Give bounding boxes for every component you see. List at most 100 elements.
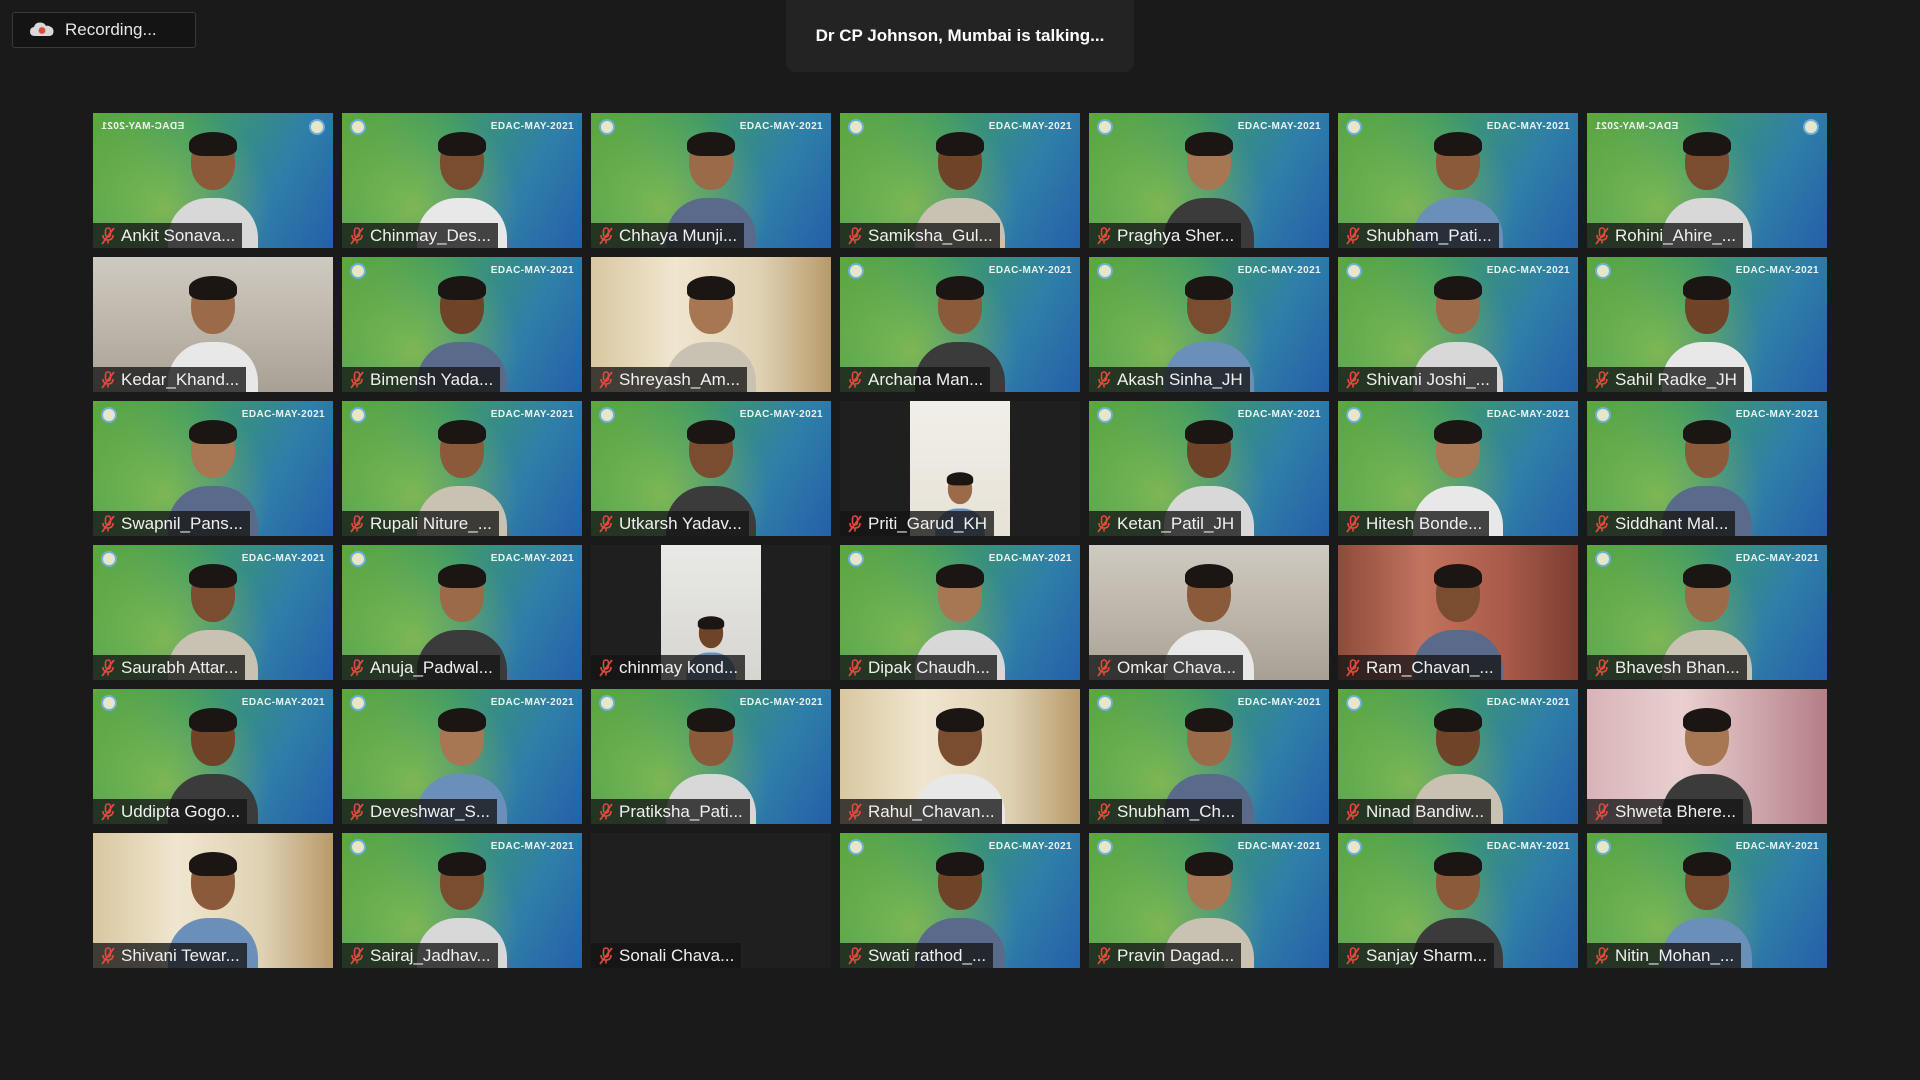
mic-muted-icon [101, 802, 115, 821]
participant-tile[interactable]: EDAC-MAY-2021 Sairaj_Jadhav... [342, 833, 582, 968]
participant-name: Ketan_Patil_JH [1117, 513, 1235, 533]
participant-tile[interactable]: EDAC-MAY-2021 Sahil Radke_JH [1587, 257, 1827, 392]
active-speaker-banner: Dr CP Johnson, Mumbai is talking... [786, 0, 1134, 72]
institute-logo-icon [1346, 407, 1362, 423]
participant-tile[interactable]: EDAC-MAY-2021 Uddipta Gogo... [93, 689, 333, 824]
participant-tile[interactable]: EDAC-MAY-2021 Praghya Sher... [1089, 113, 1329, 248]
mic-muted-icon [1346, 226, 1360, 245]
participant-name: Pravin Dagad... [1117, 945, 1235, 965]
participant-tile[interactable]: Kedar_Khand... [93, 257, 333, 392]
participant-tile[interactable]: EDAC-MAY-2021 Rupali Niture_... [342, 401, 582, 536]
institute-logo-icon [1097, 263, 1113, 279]
participant-name: Shubham_Ch... [1117, 801, 1236, 821]
participant-name: Rupali Niture_... [370, 513, 492, 533]
mic-muted-icon [350, 226, 364, 245]
institute-logo-icon [1346, 839, 1362, 855]
mic-muted-icon [848, 802, 862, 821]
participant-tile[interactable]: EDAC-MAY-2021 Bimensh Yada... [342, 257, 582, 392]
institute-logo-icon [599, 407, 615, 423]
participant-tile[interactable]: EDAC-MAY-2021 Shubham_Ch... [1089, 689, 1329, 824]
participant-tile[interactable]: Shivani Tewar... [93, 833, 333, 968]
participant-tile[interactable]: EDAC-MAY-2021 Siddhant Mal... [1587, 401, 1827, 536]
participant-name: Dipak Chaudh... [868, 657, 990, 677]
participant-tile[interactable]: Rahul_Chavan... [840, 689, 1080, 824]
participant-tile[interactable]: Ram_Chavan_... [1338, 545, 1578, 680]
participant-name: Pratiksha_Pati... [619, 801, 743, 821]
participant-tile[interactable]: EDAC-MAY-2021 Shubham_Pati... [1338, 113, 1578, 248]
participant-tile[interactable]: Shweta Bhere... [1587, 689, 1827, 824]
participant-tile[interactable]: EDAC-MAY-2021 Sanjay Sharm... [1338, 833, 1578, 968]
participant-name: Omkar Chava... [1117, 657, 1237, 677]
participant-name-tag: Swati rathod_... [840, 943, 994, 968]
mic-muted-icon [350, 370, 364, 389]
mic-muted-icon [1346, 658, 1360, 677]
participant-name-tag: Samiksha_Gul... [840, 223, 1000, 248]
mic-muted-icon [848, 514, 862, 533]
participant-tile[interactable]: EDAC-MAY-2021 Pratiksha_Pati... [591, 689, 831, 824]
participant-tile[interactable]: EDAC-MAY-2021 Akash Sinha_JH [1089, 257, 1329, 392]
participant-name: Chinmay_Des... [370, 225, 491, 245]
participant-tile[interactable]: Omkar Chava... [1089, 545, 1329, 680]
mic-muted-icon [101, 658, 115, 677]
participant-tile[interactable]: EDAC-MAY-2021 Swapnil_Pans... [93, 401, 333, 536]
participant-tile[interactable]: EDAC-MAY-2021 Chinmay_Des... [342, 113, 582, 248]
participant-tile[interactable]: Sonali Chava... [591, 833, 831, 968]
participant-tile[interactable]: chinmay kond... [591, 545, 831, 680]
participant-name: Ram_Chavan_... [1366, 657, 1494, 677]
participant-name: Shreyash_Am... [619, 369, 740, 389]
mic-muted-icon [1595, 658, 1609, 677]
participant-name-tag: Bhavesh Bhan... [1587, 655, 1747, 680]
institute-logo-icon [309, 119, 325, 135]
participant-tile[interactable]: EDAC-MAY-2021 Nitin_Mohan_... [1587, 833, 1827, 968]
mic-muted-icon [599, 946, 613, 965]
participant-tile[interactable]: EDAC-MAY-2021 Rohini_Ahire_... [1587, 113, 1827, 248]
participant-tile[interactable]: EDAC-MAY-2021 Ankit Sonava... [93, 113, 333, 248]
participant-tile[interactable]: EDAC-MAY-2021 Samiksha_Gul... [840, 113, 1080, 248]
participant-tile[interactable]: EDAC-MAY-2021 Swati rathod_... [840, 833, 1080, 968]
participant-tile[interactable]: EDAC-MAY-2021 Saurabh Attar... [93, 545, 333, 680]
participant-name: Anuja_Padwal... [370, 657, 493, 677]
participant-name: Shweta Bhere... [1615, 801, 1736, 821]
participant-name: Sonali Chava... [619, 945, 735, 965]
institute-logo-icon [1346, 695, 1362, 711]
participant-tile[interactable]: Shreyash_Am... [591, 257, 831, 392]
mic-muted-icon [599, 658, 613, 677]
mic-muted-icon [350, 658, 364, 677]
recording-indicator[interactable]: Recording... [12, 12, 196, 48]
institute-logo-icon [848, 839, 864, 855]
participant-tile[interactable]: EDAC-MAY-2021 Archana Man... [840, 257, 1080, 392]
mic-muted-icon [599, 370, 613, 389]
participant-name-tag: Shweta Bhere... [1587, 799, 1743, 824]
participant-name-tag: Shivani Tewar... [93, 943, 247, 968]
participant-name: Utkarsh Yadav... [619, 513, 742, 533]
participant-name-tag: Chinmay_Des... [342, 223, 498, 248]
participant-name-tag: Utkarsh Yadav... [591, 511, 749, 536]
active-speaker-text: Dr CP Johnson, Mumbai is talking... [815, 26, 1105, 45]
participant-tile[interactable]: EDAC-MAY-2021 Ninad Bandiw... [1338, 689, 1578, 824]
participant-tile[interactable]: EDAC-MAY-2021 Pravin Dagad... [1089, 833, 1329, 968]
participant-tile[interactable]: EDAC-MAY-2021 Ketan_Patil_JH [1089, 401, 1329, 536]
participant-name-tag: Sonali Chava... [591, 943, 742, 968]
participant-tile[interactable]: Priti_Garud_KH [840, 401, 1080, 536]
mic-muted-icon [599, 226, 613, 245]
mic-muted-icon [1097, 658, 1111, 677]
participant-tile[interactable]: EDAC-MAY-2021 Utkarsh Yadav... [591, 401, 831, 536]
participant-name: Hitesh Bonde... [1366, 513, 1483, 533]
institute-logo-icon [101, 407, 117, 423]
participant-tile[interactable]: EDAC-MAY-2021 Chhaya Munji... [591, 113, 831, 248]
institute-logo-icon [848, 551, 864, 567]
participant-tile[interactable]: EDAC-MAY-2021 Bhavesh Bhan... [1587, 545, 1827, 680]
institute-logo-icon [1346, 119, 1362, 135]
participant-name-tag: Ninad Bandiw... [1338, 799, 1492, 824]
participant-tile[interactable]: EDAC-MAY-2021 Hitesh Bonde... [1338, 401, 1578, 536]
participant-name: Shubham_Pati... [1366, 225, 1492, 245]
participant-name: chinmay kond... [619, 657, 739, 677]
participant-tile[interactable]: EDAC-MAY-2021 Dipak Chaudh... [840, 545, 1080, 680]
participant-name: Ankit Sonava... [121, 225, 236, 245]
participant-tile[interactable]: EDAC-MAY-2021 Shivani Joshi_... [1338, 257, 1578, 392]
participant-tile[interactable]: EDAC-MAY-2021 Anuja_Padwal... [342, 545, 582, 680]
participant-name-tag: Sahil Radke_JH [1587, 367, 1744, 392]
participant-name: Ninad Bandiw... [1366, 801, 1485, 821]
participant-tile[interactable]: EDAC-MAY-2021 Deveshwar_S... [342, 689, 582, 824]
institute-logo-icon [1097, 407, 1113, 423]
